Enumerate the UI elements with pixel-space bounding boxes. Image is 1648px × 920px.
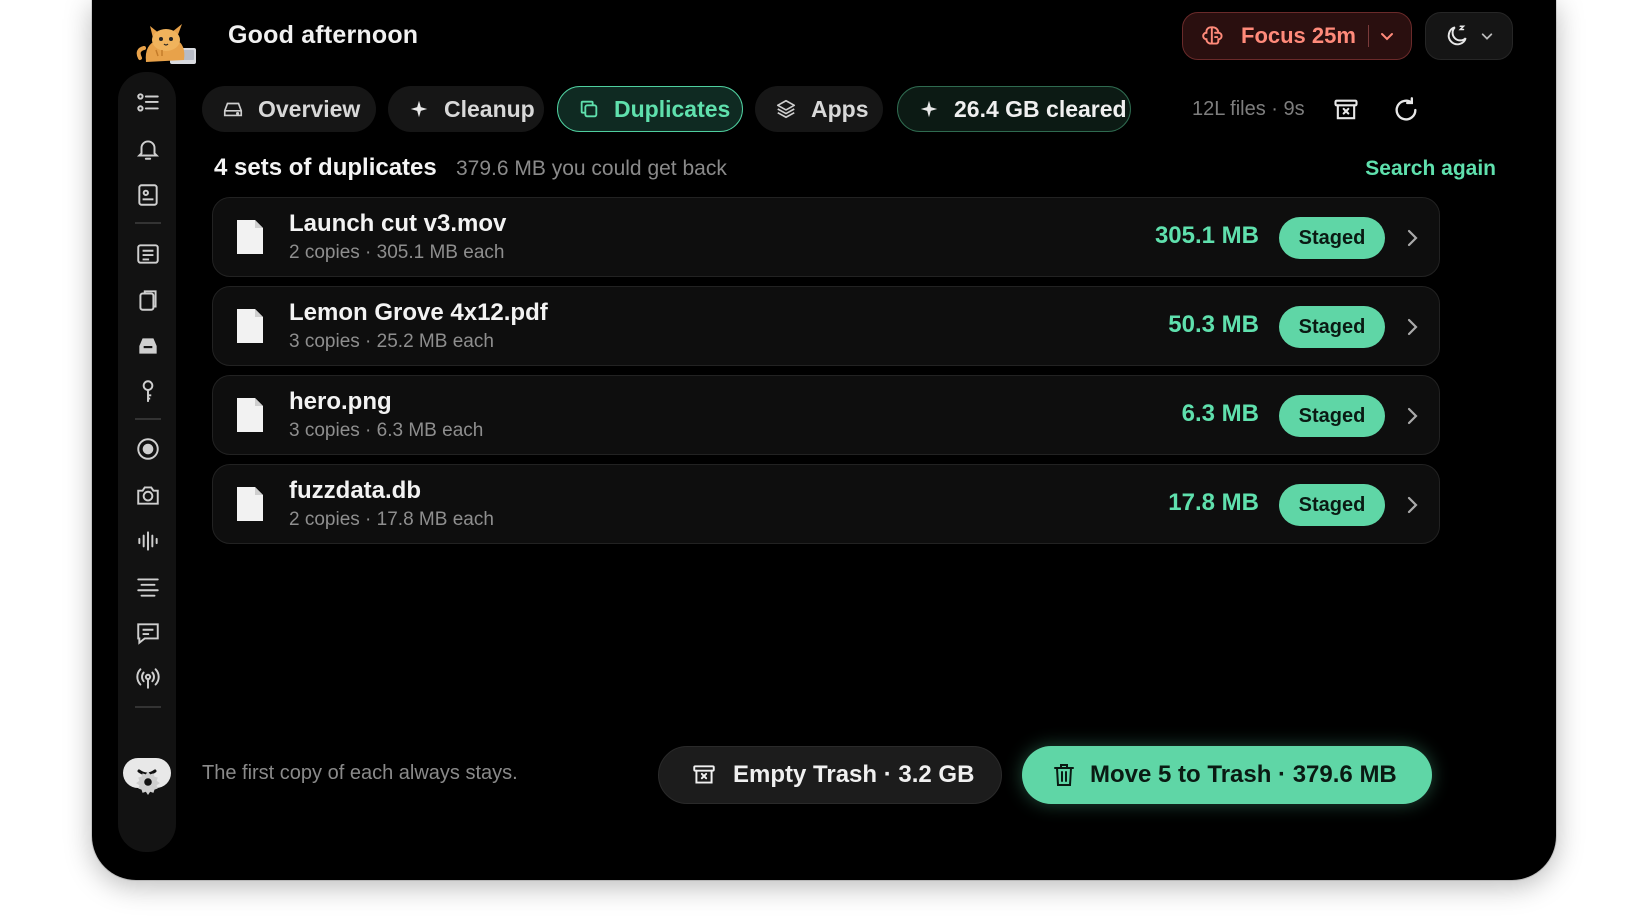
chevron-right-icon[interactable] [1403, 406, 1421, 426]
document-list-icon[interactable] [135, 241, 161, 267]
drive-icon [223, 102, 243, 117]
empty-trash-button[interactable]: Empty Trash · 3.2 GB [658, 746, 1002, 804]
status-badge[interactable]: Staged [1279, 306, 1385, 348]
status-badge[interactable]: Staged [1279, 395, 1385, 437]
move-to-trash-button[interactable]: Move 5 to Trash · 379.6 MB [1022, 746, 1432, 804]
refresh-icon[interactable] [1392, 96, 1420, 124]
search-again-link[interactable]: Search again [1365, 157, 1496, 181]
cleared-label: 26.4 GB cleared [954, 95, 1127, 122]
copies-info: 3 copies · 25.2 MB each [289, 331, 494, 352]
chevron-down-icon [1481, 33, 1493, 40]
archive-icon [693, 765, 715, 784]
sidebar-divider [135, 706, 161, 708]
status-badge[interactable]: Staged [1279, 484, 1385, 526]
status-badge[interactable]: Staged [1279, 217, 1385, 259]
app-window: Good afternoon Focus 25m Overview Cleanu… [92, 0, 1556, 880]
focus-timer-button[interactable]: Focus 25m [1182, 12, 1412, 60]
move-to-trash-label: Move 5 to Trash · 379.6 MB [1090, 761, 1397, 788]
tab-duplicates[interactable]: Duplicates [557, 86, 743, 132]
gear-icon[interactable] [135, 769, 161, 795]
footer-note: The first copy of each always stays. [202, 762, 518, 784]
tab-overview[interactable]: Overview [202, 86, 376, 132]
focus-label: Focus 25m [1241, 23, 1356, 48]
duplicate-row[interactable]: fuzzdata.db 2 copies · 17.8 MB each 17.8… [212, 464, 1440, 544]
file-name: hero.png [289, 388, 392, 415]
tab-label: Cleanup [444, 95, 535, 122]
file-name: Lemon Grove 4x12.pdf [289, 299, 548, 326]
copies-info: 2 copies · 305.1 MB each [289, 242, 505, 263]
file-name: fuzzdata.db [289, 477, 421, 504]
tab-label: Apps [811, 95, 869, 122]
reclaim-size: 6.3 MB [1181, 400, 1259, 427]
tab-label: Duplicates [614, 95, 731, 122]
clipboard-copy-icon[interactable] [135, 287, 161, 313]
waveform-icon[interactable] [135, 528, 161, 554]
empty-trash-label: Empty Trash · 3.2 GB [733, 761, 975, 788]
chevron-down-icon[interactable] [1379, 28, 1395, 44]
camera-icon[interactable] [135, 482, 161, 508]
contact-card-icon[interactable] [135, 182, 161, 208]
record-icon[interactable] [135, 436, 161, 462]
tab-label: Overview [258, 95, 361, 122]
bell-icon[interactable] [135, 136, 161, 162]
greeting: Good afternoon [228, 21, 419, 49]
scan-meta: 12L files · 9s [1192, 98, 1305, 120]
brain-icon [1202, 26, 1223, 45]
checklist-icon[interactable] [135, 90, 161, 116]
duplicate-row[interactable]: hero.png 3 copies · 6.3 MB each 6.3 MB S… [212, 375, 1440, 455]
file-icon [237, 398, 263, 432]
cleared-badge[interactable]: 26.4 GB cleared [897, 86, 1131, 132]
trash-icon [1054, 764, 1074, 786]
moon-sleep-icon [1447, 25, 1467, 46]
divider [1367, 25, 1370, 47]
archive-icon[interactable] [1332, 96, 1360, 124]
tab-apps[interactable]: Apps [755, 86, 883, 132]
theme-toggle-button[interactable] [1425, 12, 1513, 60]
section-title: 4 sets of duplicates [214, 154, 437, 181]
copies-info: 3 copies · 6.3 MB each [289, 420, 484, 441]
sparkle-icon [410, 100, 428, 118]
file-name: Launch cut v3.mov [289, 210, 507, 237]
file-icon [237, 220, 263, 254]
chat-bubble-icon[interactable] [135, 620, 161, 646]
copies-info: 2 copies · 17.8 MB each [289, 509, 494, 530]
sidebar-divider [135, 418, 161, 420]
inbox-tray-icon[interactable] [135, 333, 161, 359]
chevron-right-icon[interactable] [1403, 228, 1421, 248]
cat-mascot-icon [136, 24, 196, 64]
sparkle-icon [920, 100, 938, 118]
duplicate-row[interactable]: Lemon Grove 4x12.pdf 3 copies · 25.2 MB … [212, 286, 1440, 366]
sidebar-divider [135, 222, 161, 224]
text-align-icon[interactable] [135, 574, 161, 600]
copy-icon [580, 100, 598, 118]
sidebar [118, 72, 176, 852]
chevron-right-icon[interactable] [1403, 317, 1421, 337]
tab-cleanup[interactable]: Cleanup [388, 86, 544, 132]
header: Good afternoon Focus 25m [92, 0, 1556, 72]
reclaim-size: 17.8 MB [1168, 489, 1259, 516]
chevron-right-icon[interactable] [1403, 495, 1421, 515]
broadcast-icon[interactable] [135, 665, 161, 691]
duplicate-row[interactable]: Launch cut v3.mov 2 copies · 305.1 MB ea… [212, 197, 1440, 277]
key-icon[interactable] [135, 378, 161, 404]
section-subtitle: 379.6 MB you could get back [456, 157, 727, 180]
layers-icon [776, 99, 796, 119]
reclaim-size: 305.1 MB [1154, 222, 1259, 249]
file-icon [237, 309, 263, 343]
file-icon [237, 487, 263, 521]
reclaim-size: 50.3 MB [1168, 311, 1259, 338]
